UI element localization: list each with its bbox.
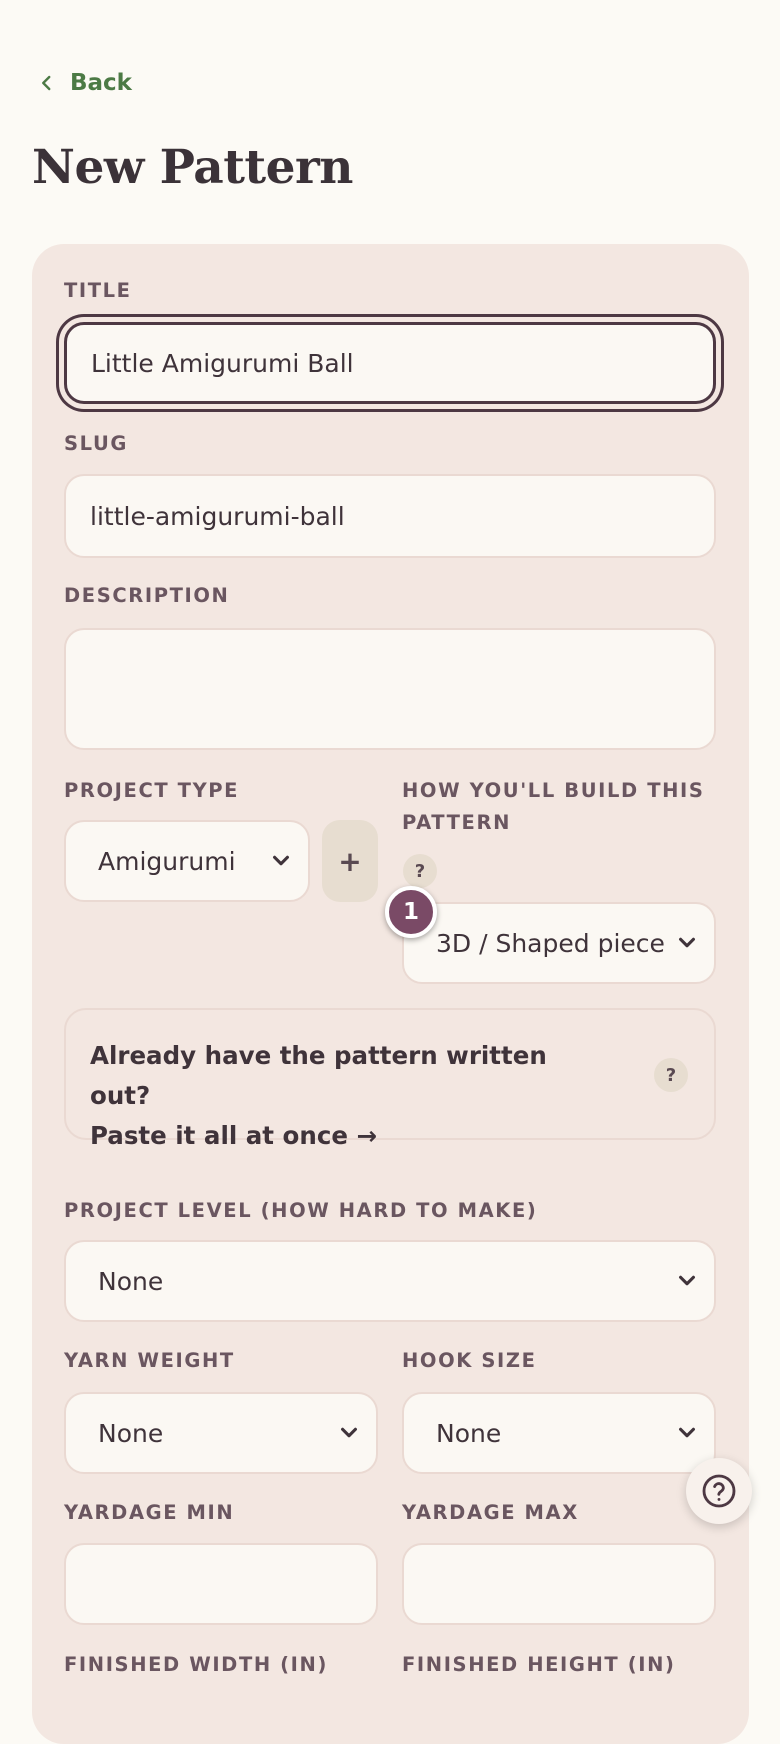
chevron-down-icon: [679, 937, 695, 948]
project-level-value: None: [98, 1266, 164, 1296]
page-title: New Pattern: [32, 140, 353, 195]
title-input[interactable]: Little Amigurumi Ball: [64, 322, 716, 404]
help-fab-button[interactable]: [686, 1458, 752, 1524]
finished-height-label: FINISHED HEIGHT (IN): [402, 1653, 676, 1676]
build-method-label-line1: HOW YOU'LL BUILD THIS: [402, 779, 705, 802]
paste-line1: Already have the pattern written out?: [90, 1041, 547, 1110]
build-method-help-icon[interactable]: ?: [403, 854, 437, 888]
slug-input-value: little-amigurumi-ball: [90, 501, 345, 531]
slug-label: SLUG: [64, 432, 129, 455]
back-label: Back: [70, 70, 132, 96]
build-method-select[interactable]: 3D / Shaped piece: [402, 902, 716, 984]
chevron-down-icon: [341, 1427, 357, 1438]
step-badge: 1: [385, 886, 437, 938]
hook-size-value: None: [436, 1418, 502, 1448]
chevron-down-icon: [679, 1427, 695, 1438]
question-circle-icon: [702, 1474, 736, 1508]
project-type-value: Amigurumi: [98, 846, 236, 876]
yarn-weight-value: None: [98, 1418, 164, 1448]
build-method-value: 3D / Shaped piece: [436, 928, 665, 958]
hook-size-select[interactable]: None: [402, 1392, 716, 1474]
title-input-value: Little Amigurumi Ball: [91, 348, 354, 378]
paste-help-icon[interactable]: ?: [654, 1058, 688, 1092]
chevron-left-icon: [42, 75, 51, 91]
yardage-min-input[interactable]: [64, 1543, 378, 1625]
description-textarea[interactable]: [64, 628, 716, 750]
yardage-min-label: YARDAGE MIN: [64, 1501, 235, 1524]
chevron-down-icon: [273, 855, 289, 866]
back-link[interactable]: Back: [38, 66, 132, 100]
yarn-weight-label: YARN WEIGHT: [64, 1349, 235, 1372]
paste-pattern-card[interactable]: Already have the pattern written out? Pa…: [64, 1008, 716, 1150]
yarn-weight-select[interactable]: None: [64, 1392, 378, 1474]
add-project-type-button[interactable]: +: [322, 820, 378, 902]
yardage-max-label: YARDAGE MAX: [402, 1501, 579, 1524]
project-type-select[interactable]: Amigurumi: [64, 820, 310, 902]
description-label: DESCRIPTION: [64, 584, 230, 607]
project-level-select[interactable]: None: [64, 1240, 716, 1322]
project-level-label: PROJECT LEVEL (HOW HARD TO MAKE): [64, 1199, 538, 1222]
slug-input[interactable]: little-amigurumi-ball: [64, 474, 716, 558]
chevron-down-icon: [679, 1275, 695, 1286]
project-type-label: PROJECT TYPE: [64, 779, 240, 802]
title-label: TITLE: [64, 279, 132, 302]
finished-width-label: FINISHED WIDTH (IN): [64, 1653, 328, 1676]
build-method-label-line2: PATTERN: [402, 811, 511, 834]
hook-size-label: HOOK SIZE: [402, 1349, 537, 1372]
paste-link[interactable]: Paste it all at once →: [90, 1116, 610, 1156]
yardage-max-input[interactable]: [402, 1543, 716, 1625]
